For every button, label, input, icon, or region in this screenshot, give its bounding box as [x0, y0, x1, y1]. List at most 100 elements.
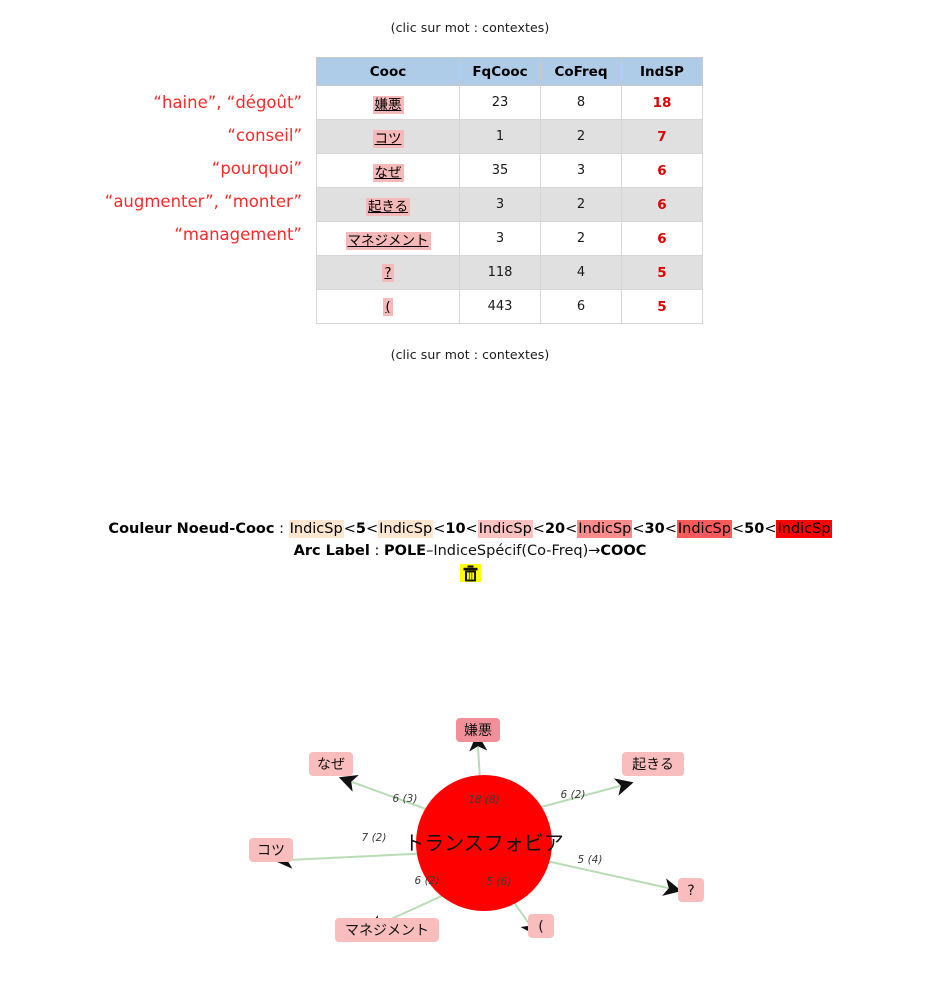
node-label-okiru: 起きる: [632, 757, 674, 773]
cooccurrence-table: Cooc FqCooc CoFreq IndSP 嫌悪 23 8 18 コツ 1…: [316, 57, 703, 324]
cell-cofreq: 8: [540, 85, 622, 120]
caption-click-word-contexts-bottom: (clic sur mot : contextes): [390, 347, 550, 362]
cell-indsp: 7: [621, 119, 703, 154]
column-header-indsp[interactable]: IndSP: [621, 57, 703, 86]
annotation-row-1: “conseil”: [227, 126, 302, 145]
table-row: マネジメント 3 2 6: [316, 221, 703, 256]
center-node-label: トランスフォビア: [404, 831, 564, 855]
graph-node-manage[interactable]: マネジメント: [335, 918, 439, 942]
graph-node-naze[interactable]: なぜ: [309, 752, 353, 776]
cell-cooc: ?: [316, 255, 460, 290]
edge-label-kenno: 18 (8): [468, 794, 500, 806]
legend-block: Couleur Noeud-Cooc : IndicSp<5<IndicSp<1…: [0, 518, 940, 587]
cell-fqcooc: 23: [459, 85, 541, 120]
cell-indsp: 5: [621, 255, 703, 290]
cell-indsp: 6: [621, 153, 703, 188]
lt-8: <: [731, 521, 745, 537]
cooc-word-link[interactable]: 嫌悪: [372, 95, 404, 114]
threshold-1: 10: [445, 521, 466, 537]
cell-cooc: マネジメント: [316, 221, 460, 256]
arc-colon: :: [369, 543, 384, 559]
cell-cooc: (: [316, 289, 460, 324]
cooc-word-link[interactable]: なぜ: [372, 163, 404, 182]
cell-cofreq: 3: [540, 153, 622, 188]
indicsp-swatch-3: IndicSp: [577, 520, 633, 538]
graph-node-kenno[interactable]: 嫌悪: [456, 718, 500, 742]
lt-0: <: [343, 521, 356, 537]
lt-4: <: [532, 521, 545, 537]
cell-indsp: 18: [621, 85, 703, 120]
node-label-question: ?: [687, 883, 694, 899]
indicsp-swatch-4: IndicSp: [676, 520, 732, 538]
legend-colon: :: [274, 521, 289, 537]
cell-fqcooc: 118: [459, 255, 541, 290]
lt-2: <: [433, 521, 446, 537]
cell-fqcooc: 35: [459, 153, 541, 188]
indsp-value: 6: [657, 196, 667, 213]
annotation-row-4: “management”: [174, 225, 302, 244]
cell-indsp: 6: [621, 187, 703, 222]
lt-3: <: [465, 521, 478, 537]
trash-row: [0, 564, 940, 587]
table-row: 嫌悪 23 8 18: [316, 85, 703, 120]
cooc-word-link[interactable]: (: [383, 297, 393, 316]
arc-label-legend-line: Arc Label : POLE–IndiceSpécif(Co-Freq)→C…: [0, 540, 940, 562]
node-color-legend-line: Couleur Noeud-Cooc : IndicSp<5<IndicSp<1…: [0, 518, 940, 540]
node-label-manage: マネジメント: [345, 923, 429, 939]
graph-node-question[interactable]: ?: [678, 878, 704, 902]
cooc-word-link[interactable]: コツ: [372, 129, 404, 148]
node-label-kenno: 嫌悪: [464, 723, 492, 739]
table-row: ? 118 4 5: [316, 255, 703, 290]
edge-label-paren: 5 (6): [487, 876, 512, 888]
graph-node-kotsu[interactable]: コツ: [249, 838, 293, 862]
cell-cofreq: 2: [540, 221, 622, 256]
table-row: なぜ 35 3 6: [316, 153, 703, 188]
indicsp-swatch-1: IndicSp: [378, 520, 434, 538]
cooc-word-link[interactable]: ?: [382, 263, 394, 282]
cell-cooc: 起きる: [316, 187, 460, 222]
arc-cooc-label: COOC: [600, 543, 647, 559]
graph-node-okiru[interactable]: 起きる: [622, 752, 684, 776]
trash-icon[interactable]: [459, 564, 481, 582]
cell-fqcooc: 1: [459, 119, 541, 154]
cooc-word-link[interactable]: 起きる: [365, 197, 411, 216]
threshold-0: 5: [355, 521, 366, 537]
column-header-fqcooc[interactable]: FqCooc: [459, 57, 541, 86]
column-header-cofreq[interactable]: CoFreq: [540, 57, 622, 86]
lt-6: <: [632, 521, 645, 537]
cell-cofreq: 2: [540, 187, 622, 222]
edge-label-okiru: 6 (2): [561, 789, 586, 801]
indsp-value: 5: [657, 298, 667, 315]
threshold-4: 50: [744, 521, 765, 537]
cell-cofreq: 2: [540, 119, 622, 154]
lt-1: <: [365, 521, 379, 537]
node-label-naze: なぜ: [317, 757, 345, 773]
column-header-cooc[interactable]: Cooc: [316, 57, 460, 86]
annotation-column: “haine”, “dégoût” “conseil” “pourquoi” “…: [0, 57, 308, 251]
threshold-2: 20: [544, 521, 566, 537]
edge-label-kotsu: 7 (2): [362, 832, 387, 844]
table-row: 起きる 3 2 6: [316, 187, 703, 222]
cooc-word-link[interactable]: マネジメント: [345, 231, 431, 250]
node-label-paren: (: [538, 919, 543, 935]
cell-fqcooc: 3: [459, 221, 541, 256]
annotation-row-0: “haine”, “dégoût”: [153, 93, 302, 112]
arc-pole-label: POLE: [383, 543, 427, 559]
caption-click-word-contexts-top: (clic sur mot : contextes): [390, 20, 550, 35]
cooccurrence-table-container: Cooc FqCooc CoFreq IndSP 嫌悪 23 8 18 コツ 1…: [316, 57, 703, 324]
edge-label-question: 5 (4): [578, 854, 603, 866]
indicsp-swatch-5: IndicSp: [776, 520, 832, 538]
lt-7: <: [664, 521, 677, 537]
node-label-kotsu: コツ: [257, 843, 285, 859]
indicsp-swatch-0: IndicSp: [288, 520, 344, 538]
cell-cofreq: 6: [540, 289, 622, 324]
cell-cooc: 嫌悪: [316, 85, 460, 120]
indsp-value: 5: [657, 264, 667, 281]
edge-label-naze: 6 (3): [393, 793, 418, 805]
graph-node-paren[interactable]: (: [528, 914, 554, 938]
cell-indsp: 6: [621, 221, 703, 256]
table-header-row: Cooc FqCooc CoFreq IndSP: [316, 57, 703, 86]
cell-cooc: コツ: [316, 119, 460, 154]
cell-indsp: 5: [621, 289, 703, 324]
cell-fqcooc: 3: [459, 187, 541, 222]
